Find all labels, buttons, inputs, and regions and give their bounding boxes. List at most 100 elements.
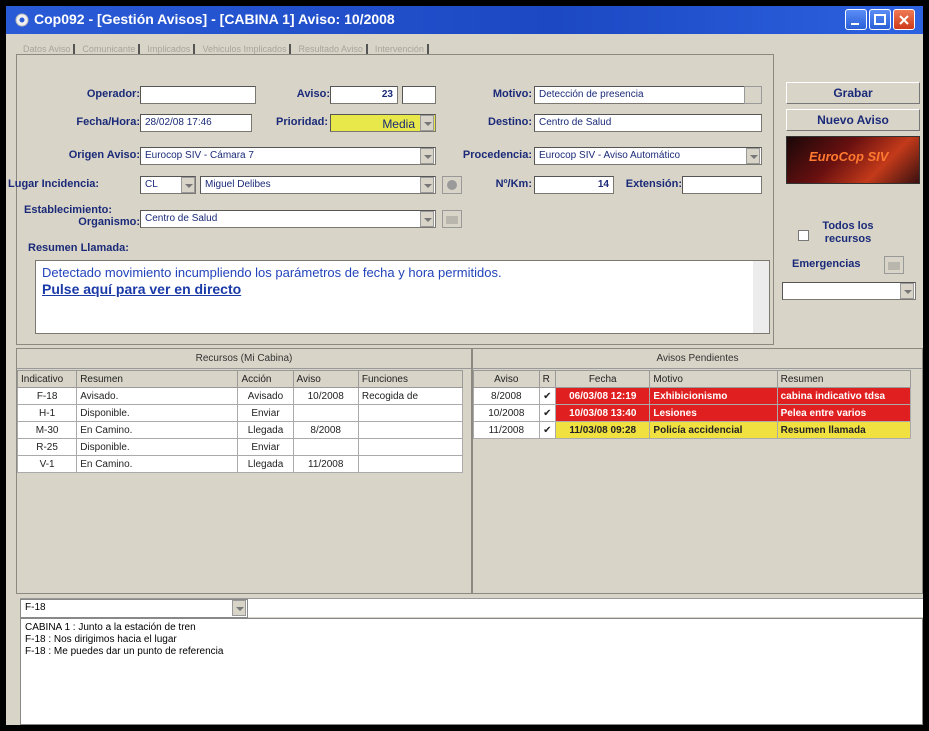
col-indicativo[interactable]: Indicativo [16, 370, 78, 388]
aviso-year-field[interactable] [402, 86, 436, 104]
aviso-field[interactable]: 23 [330, 86, 398, 104]
accion-button[interactable]: Llegada [237, 455, 294, 473]
operador-field[interactable] [140, 86, 256, 104]
tab-vehiculos-implicados[interactable]: Vehiculos Implicados [199, 44, 292, 54]
operador-label: Operador: [86, 88, 140, 100]
todos-recursos-checkbox[interactable] [798, 230, 809, 241]
lugar-calle-select[interactable]: Miguel Delibes [200, 176, 436, 194]
live-view-link[interactable]: Pulse aquí para ver en directo [42, 281, 763, 297]
cell-indicativo: F-18 [16, 387, 78, 405]
map-locate-button[interactable] [442, 176, 462, 194]
tab-datos-aviso[interactable]: Datos Aviso [20, 44, 76, 54]
globe-icon [447, 180, 457, 190]
tab-implicados[interactable]: Implicados [144, 44, 196, 54]
table-row[interactable]: M-30 En Camino. Llegada 8/2008 [16, 421, 464, 439]
cell-resumen: Avisado. [76, 387, 239, 405]
cell-aviso: 8/2008 [292, 421, 359, 439]
close-button[interactable] [893, 9, 915, 30]
tab-intervencion[interactable]: Intervención [371, 44, 429, 54]
table-row[interactable]: V-1 En Camino. Llegada 11/2008 [16, 455, 464, 473]
numero-km-field[interactable]: 14 [534, 176, 614, 194]
table-row[interactable]: 8/2008 ✔ 06/03/08 12:19 Exhibicionismo c… [473, 387, 912, 405]
motivo-select-button[interactable] [744, 86, 762, 104]
col-aviso[interactable]: Aviso [473, 370, 540, 388]
cell-aviso [292, 404, 359, 422]
nuevo-aviso-button[interactable]: Nuevo Aviso [786, 109, 920, 131]
cell-funciones: Recogida de [357, 387, 464, 405]
lugar-tipo-dropdown-icon[interactable] [181, 177, 195, 193]
cell-aviso: 8/2008 [473, 387, 540, 405]
cell-funciones [357, 421, 464, 439]
table-row[interactable]: 10/2008 ✔ 10/03/08 13:40 Lesiones Pelea … [473, 404, 912, 422]
destino-field[interactable]: Centro de Salud [534, 114, 762, 132]
motivo-label: Motivo: [492, 88, 532, 100]
grabar-button[interactable]: Grabar [786, 82, 920, 104]
resumen-llamada-label: Resumen Llamada: [28, 242, 129, 254]
tab-resultado-aviso[interactable]: Resultado Aviso [295, 44, 368, 54]
resumen-llamada-textarea[interactable]: Detectado movimiento incumpliendo los pa… [35, 260, 770, 334]
cell-aviso [292, 438, 359, 456]
app-icon [15, 13, 29, 27]
minimize-button[interactable] [845, 9, 867, 30]
tab-comunicante[interactable]: Comunicante [79, 44, 141, 54]
table-row[interactable]: F-18 Avisado. Avisado 10/2008 Recogida d… [16, 387, 464, 405]
col-resumen[interactable]: Resumen [776, 370, 912, 388]
emergencias-button[interactable] [884, 256, 904, 274]
origen-aviso-select[interactable]: Eurocop SIV - Cámara 7 [140, 147, 436, 165]
table-row[interactable]: H-1 Disponible. Enviar [16, 404, 464, 422]
col-aviso[interactable]: Aviso [292, 370, 359, 388]
r-checkbox[interactable]: ✔ [538, 421, 557, 439]
table-row[interactable]: 11/2008 ✔ 11/03/08 09:28 Policía acciden… [473, 421, 912, 439]
chat-input-bar[interactable]: F-18 [20, 598, 923, 618]
accion-button[interactable]: Llegada [237, 421, 294, 439]
todos-recursos-label-1: Todos los [822, 220, 874, 232]
col-fecha[interactable]: Fecha [555, 370, 651, 388]
resumen-scrollbar[interactable] [753, 261, 769, 333]
cell-resumen: Disponible. [76, 438, 239, 456]
chat-recipient-select[interactable]: F-18 [20, 599, 248, 618]
lugar-calle-dropdown-icon[interactable] [420, 177, 434, 193]
col-r[interactable]: R [538, 370, 557, 388]
folder-icon [446, 216, 458, 224]
establecimiento-select[interactable]: Centro de Salud [140, 210, 436, 228]
procedencia-select[interactable]: Eurocop SIV - Aviso Automático [534, 147, 762, 165]
establecimiento-open-button[interactable] [442, 210, 462, 228]
cell-funciones [357, 455, 464, 473]
origen-dropdown-icon[interactable] [420, 148, 434, 164]
motivo-field[interactable]: Detección de presencia [534, 86, 760, 104]
table-row[interactable]: R-25 Disponible. Enviar [16, 438, 464, 456]
maximize-button[interactable] [869, 9, 891, 30]
chat-log[interactable]: CABINA 1 : Junto a la estación de tren F… [20, 618, 923, 725]
col-funciones[interactable]: Funciones [357, 370, 464, 388]
extension-field[interactable] [682, 176, 762, 194]
cell-indicativo: M-30 [16, 421, 78, 439]
chat-recipient-dropdown-icon[interactable] [232, 600, 246, 616]
cell-aviso: 10/2008 [292, 387, 359, 405]
eurocop-logo: EuroCop SIV [786, 136, 920, 184]
accion-button[interactable]: Avisado [237, 387, 294, 405]
procedencia-dropdown-icon[interactable] [746, 148, 760, 164]
accion-button[interactable]: Enviar [237, 438, 294, 456]
recursos-panel: Recursos (Mi Cabina) Indicativo Resumen … [16, 348, 472, 594]
chat-line: F-18 : Me puedes dar un punto de referen… [25, 646, 224, 657]
cell-resumen: Resumen llamada [776, 421, 912, 439]
destino-label: Destino: [488, 116, 532, 128]
accion-button[interactable]: Enviar [237, 404, 294, 422]
resumen-text: Detectado movimiento incumpliendo los pa… [42, 265, 502, 280]
r-checkbox[interactable]: ✔ [538, 404, 557, 422]
col-resumen[interactable]: Resumen [76, 370, 239, 388]
prioridad-dropdown-icon[interactable] [420, 115, 434, 131]
emergencias-dropdown-icon[interactable] [900, 283, 914, 299]
establecimiento-dropdown-icon[interactable] [420, 211, 434, 227]
recursos-table: Indicativo Resumen Acción Aviso Funcione… [16, 370, 464, 473]
col-accion[interactable]: Acción [237, 370, 294, 388]
cell-resumen: cabina indicativo tdsa [776, 387, 912, 405]
r-checkbox[interactable]: ✔ [538, 387, 557, 405]
fecha-hora-field[interactable]: 28/02/08 17:46 [140, 114, 252, 132]
cell-indicativo: H-1 [16, 404, 78, 422]
establecimiento-label: Establecimiento: [24, 204, 113, 216]
emergencias-select[interactable] [782, 282, 916, 300]
col-motivo[interactable]: Motivo [649, 370, 778, 388]
window-title: Cop092 - [Gestión Avisos] - [CABINA 1] A… [34, 11, 395, 27]
chat-line: F-18 : Nos dirigimos hacia el lugar [25, 634, 177, 645]
